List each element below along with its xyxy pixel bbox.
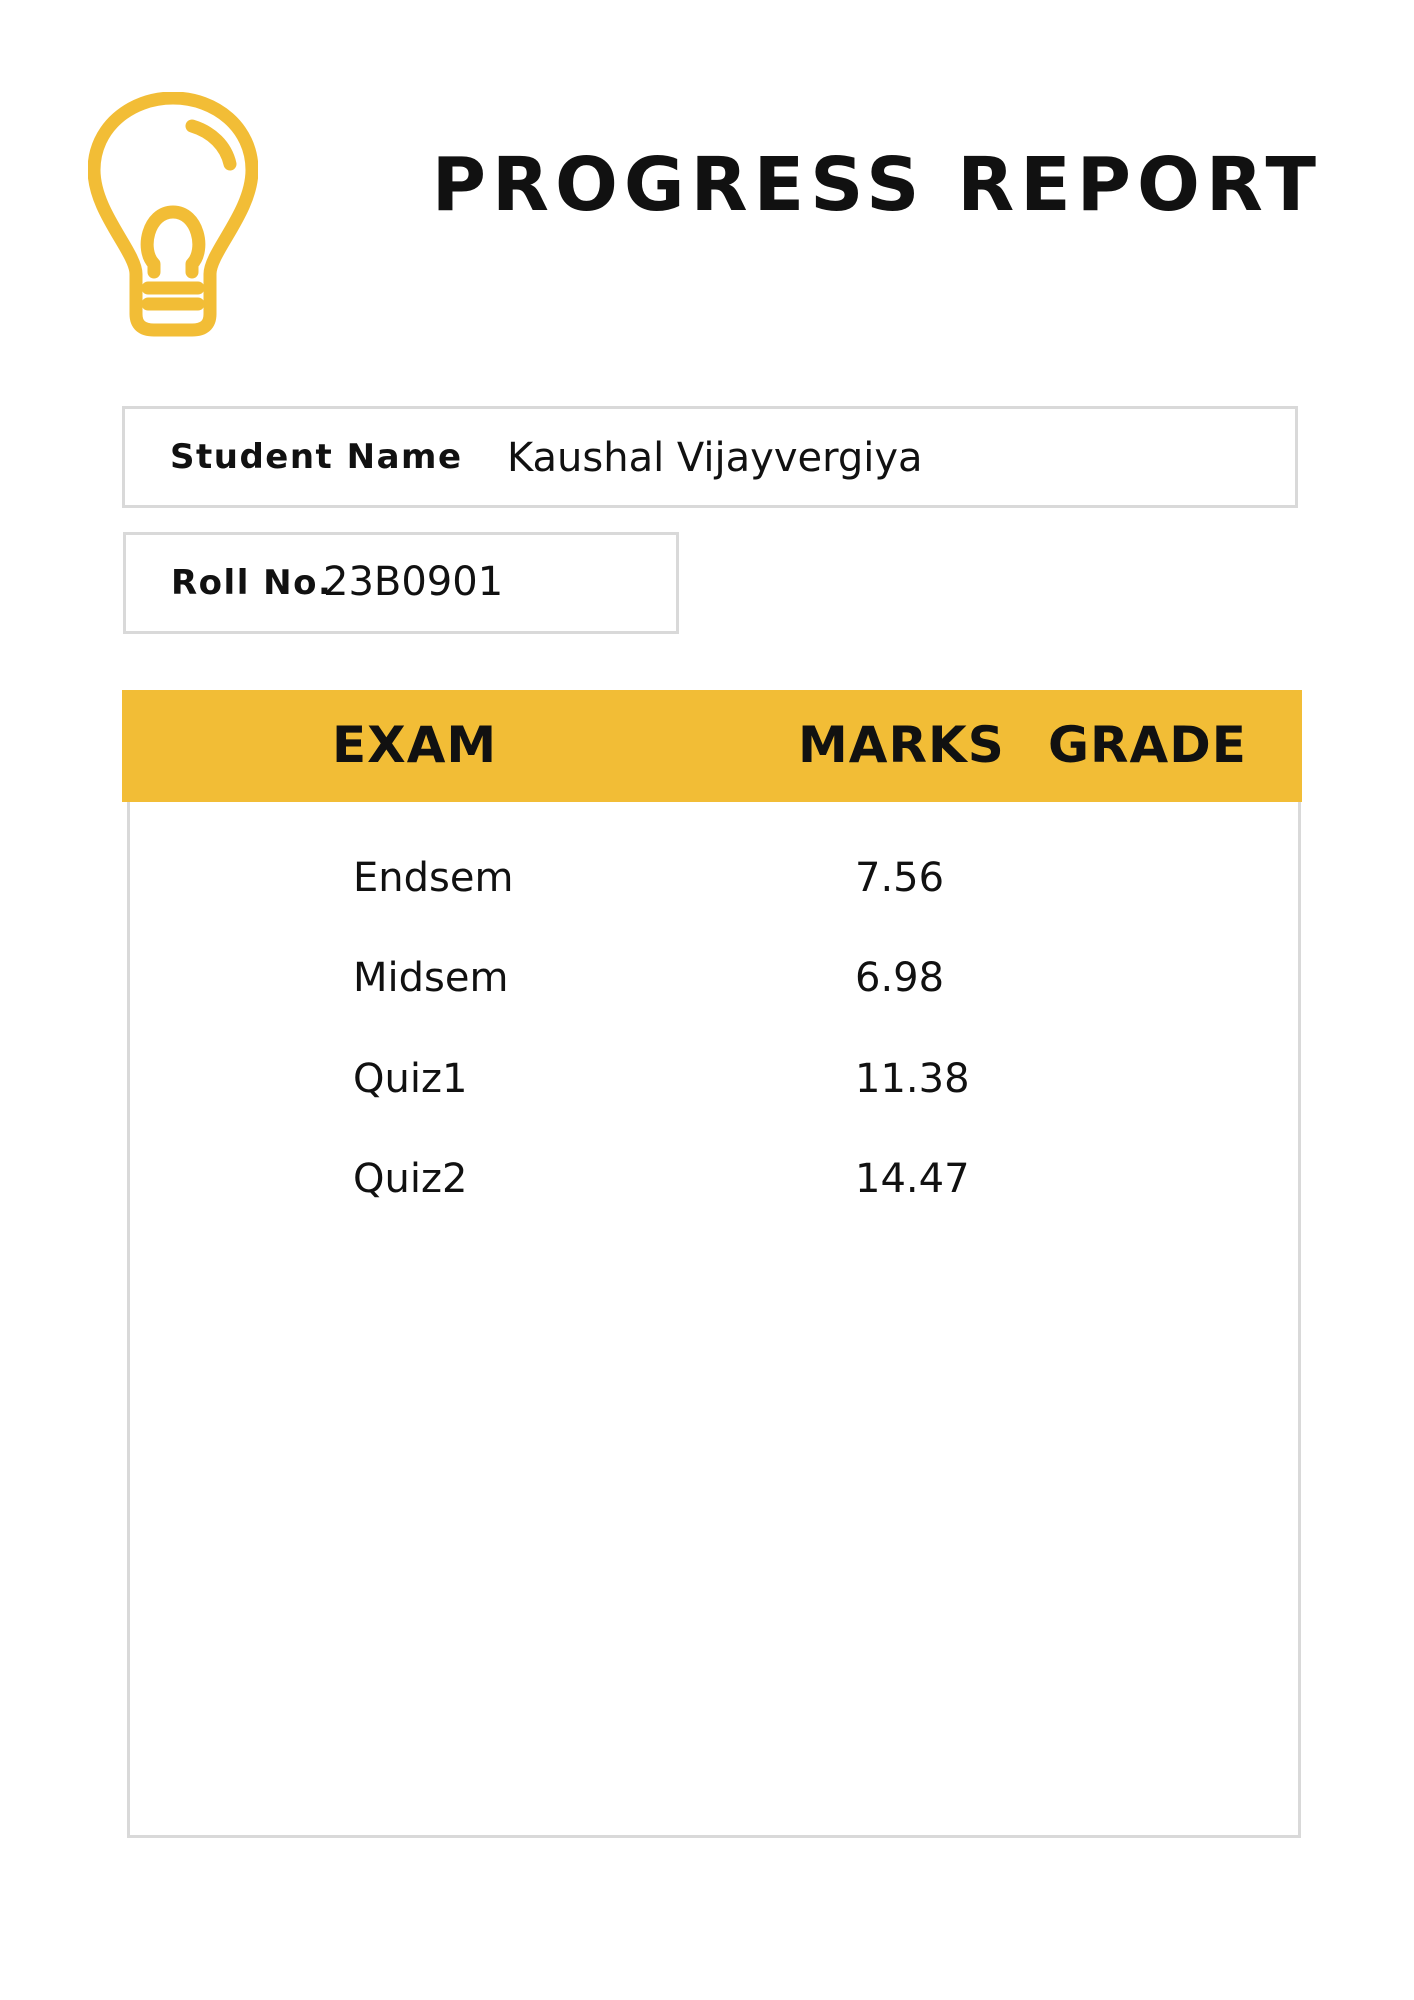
column-header-marks: MARKS xyxy=(798,716,1005,774)
lightbulb-icon xyxy=(88,92,258,337)
roll-number-label: Roll No. xyxy=(171,563,333,603)
table-header: EXAM MARKS GRADE xyxy=(122,690,1302,802)
marks-table xyxy=(127,690,1301,1838)
roll-number-field: Roll No. 23B0901 xyxy=(123,532,679,634)
page-title: PROGRESS REPORT xyxy=(431,142,1322,228)
student-name-value: Kaushal Vijayvergiya xyxy=(507,435,923,481)
column-header-exam: EXAM xyxy=(332,716,498,774)
column-header-grade: GRADE xyxy=(1048,716,1247,774)
student-name-field: Student Name Kaushal Vijayvergiya xyxy=(122,406,1298,508)
roll-number-value: 23B0901 xyxy=(323,559,504,605)
student-name-label: Student Name xyxy=(170,437,463,477)
